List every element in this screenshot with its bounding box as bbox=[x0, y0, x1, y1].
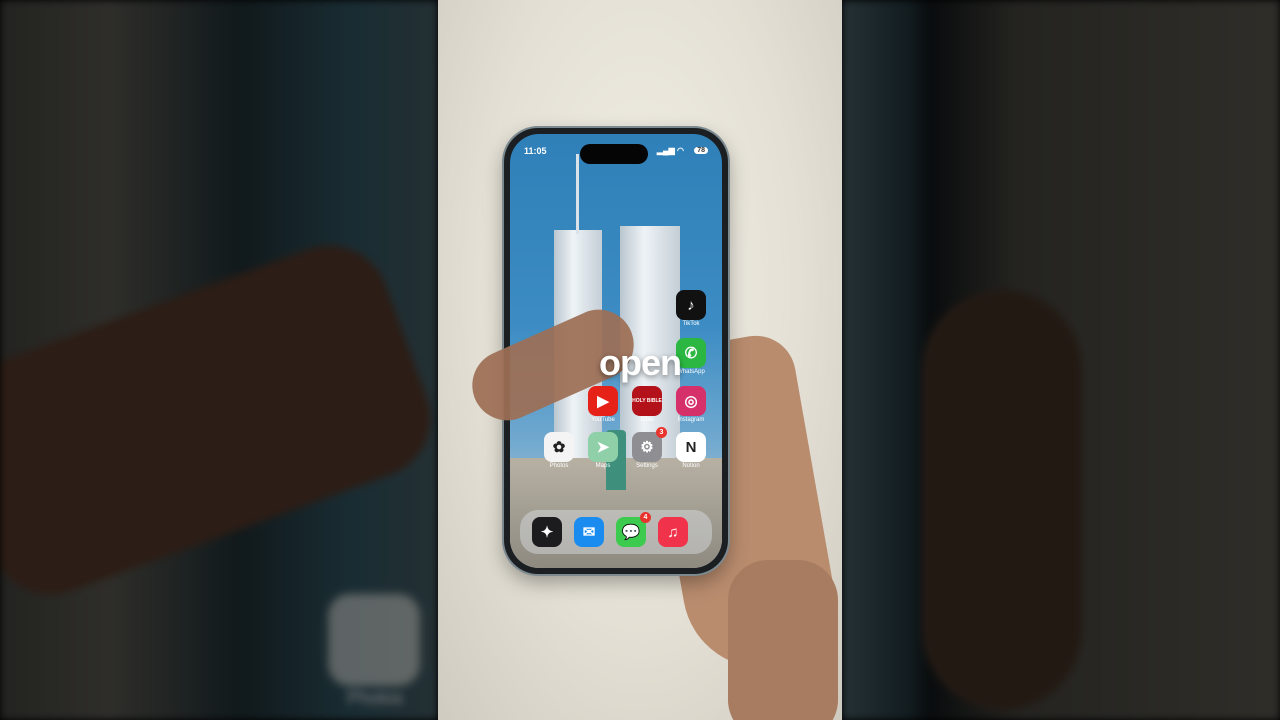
blurred-photos-label: Photos bbox=[346, 688, 404, 708]
youtube-icon: ▶ bbox=[588, 386, 618, 416]
status-time: 11:05 bbox=[524, 146, 547, 156]
app-notion[interactable]: N Notion bbox=[676, 432, 706, 469]
center-scene: 11:05 78 ▂▄▆ ◠ ♪ TikTok ✆ WhatsApp ▶ YouTube H… bbox=[438, 0, 842, 720]
blurred-hand bbox=[0, 228, 438, 612]
blurred-photos-icon bbox=[328, 594, 420, 686]
app-youtube[interactable]: ▶ YouTube bbox=[588, 386, 618, 423]
wallpaper-antenna bbox=[576, 154, 579, 234]
tiktok-icon: ♪ bbox=[676, 290, 706, 320]
dock-app-shortcuts[interactable]: ✦ bbox=[532, 517, 562, 547]
app-photos[interactable]: ✿ Photos bbox=[544, 432, 574, 469]
messages-icon: 💬 4 bbox=[616, 512, 651, 547]
app-label: TikTok bbox=[682, 321, 700, 327]
app-label: Instagram bbox=[677, 417, 705, 423]
caption-text: open bbox=[599, 342, 682, 383]
notification-badge: 4 bbox=[640, 512, 651, 523]
app-label: YouTube bbox=[591, 417, 615, 423]
settings-gear-icon: ⚙ 3 bbox=[632, 427, 667, 462]
app-label: Notion bbox=[682, 463, 700, 469]
signal-wifi-icon: ▂▄▆ ◠ bbox=[656, 146, 684, 155]
dock-app-music[interactable]: ♫ bbox=[658, 517, 688, 547]
mail-icon: ✉ bbox=[574, 517, 604, 547]
app-label: Maps bbox=[595, 463, 611, 469]
app-bible[interactable]: HOLY BIBLE Bible bbox=[632, 386, 662, 423]
app-settings[interactable]: ⚙ 3 Settings bbox=[632, 427, 667, 469]
blurred-thumb bbox=[922, 290, 1082, 710]
instagram-icon: ◎ bbox=[676, 386, 706, 416]
dock-app-mail[interactable]: ✉ bbox=[574, 517, 604, 547]
battery-indicator: 78 bbox=[694, 147, 708, 154]
app-label: Settings bbox=[636, 463, 658, 469]
shortcuts-icon: ✦ bbox=[532, 517, 562, 547]
app-label: Bible bbox=[640, 417, 654, 423]
holy-bible-icon: HOLY BIBLE bbox=[632, 386, 662, 416]
app-tiktok[interactable]: ♪ TikTok bbox=[676, 290, 706, 327]
wrist bbox=[728, 560, 838, 720]
app-maps[interactable]: ➤ Maps bbox=[588, 432, 618, 469]
photos-icon: ✿ bbox=[544, 432, 574, 462]
left-blurred-background: Photos bbox=[0, 0, 438, 720]
app-label: Photos bbox=[549, 463, 569, 469]
dynamic-island bbox=[580, 144, 648, 164]
notion-icon: N bbox=[676, 432, 706, 462]
music-icon: ♫ bbox=[658, 517, 688, 547]
dock-app-messages[interactable]: 💬 4 bbox=[616, 512, 651, 547]
maps-icon: ➤ bbox=[588, 432, 618, 462]
right-blurred-background bbox=[842, 0, 1280, 720]
app-instagram[interactable]: ◎ Instagram bbox=[676, 386, 706, 423]
notification-badge: 3 bbox=[656, 427, 667, 438]
